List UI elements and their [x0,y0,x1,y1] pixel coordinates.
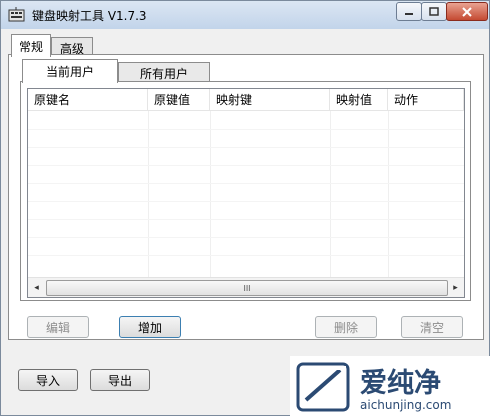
grid-line [28,165,464,166]
scroll-left-icon: ◂ [34,282,39,293]
delete-button-label: 删除 [333,320,358,335]
svg-text:aichunjing.com: aichunjing.com [360,398,451,412]
watermark-logo: 爱纯净 aichunjing.com [290,356,490,416]
column-header-label: 原键值 [154,93,191,107]
grip-icon: III [243,283,251,293]
scrollbar-thumb[interactable]: III [46,280,448,296]
app-window: 键盘映射工具 V1.7.3 常规 高级 当前用户 所有用户 原键名 原键值 映射… [0,0,490,416]
grid-line [28,255,464,256]
grid-line [28,237,464,238]
keyboard-icon [8,7,25,22]
window-title: 键盘映射工具 V1.7.3 [32,9,147,23]
edit-button[interactable]: 编辑 [27,316,89,338]
grid-line [330,111,331,277]
horizontal-scrollbar[interactable]: ◂ III ▸ [28,277,464,297]
tab-all-users-label: 所有用户 [139,67,188,81]
minimize-icon [405,12,413,15]
column-header-label: 映射值 [336,93,373,107]
export-button-label: 导出 [107,373,132,388]
column-header-label: 映射键 [216,93,253,107]
maximize-button[interactable] [421,2,447,21]
clear-button-label: 清空 [419,320,444,335]
export-button[interactable]: 导出 [90,369,150,391]
maximize-icon [429,7,439,16]
grid-line [148,111,149,277]
column-header-source-key[interactable]: 原键名 [28,89,148,111]
tab-current-user[interactable]: 当前用户 [22,59,118,83]
grid-line [210,111,211,277]
import-button[interactable]: 导入 [18,369,78,391]
minimize-button[interactable] [396,2,422,21]
column-header-label: 原键名 [34,93,71,107]
mapping-list[interactable]: 原键名 原键值 映射键 映射值 动作 ◂ III ▸ [27,88,465,298]
scroll-left-button[interactable]: ◂ [28,278,45,297]
add-button[interactable]: 增加 [119,316,181,338]
delete-button[interactable]: 删除 [315,316,377,338]
add-button-label: 增加 [137,320,162,335]
title-bar[interactable]: 键盘映射工具 V1.7.3 [1,1,489,29]
close-icon [462,6,472,17]
grid-line [28,183,464,184]
column-header-mapped-key[interactable]: 映射键 [210,89,330,111]
column-header-mapped-value[interactable]: 映射值 [330,89,388,111]
import-button-label: 导入 [35,373,60,388]
tab-general[interactable]: 常规 [11,34,51,57]
column-header-action[interactable]: 动作 [388,89,464,111]
grid-line [28,201,464,202]
clear-button[interactable]: 清空 [401,316,463,338]
scroll-right-icon: ▸ [453,282,458,293]
column-header-source-value[interactable]: 原键值 [148,89,210,111]
grid-line [388,111,389,277]
tab-general-label: 常规 [18,39,43,54]
edit-button-label: 编辑 [45,320,70,335]
grid-line [28,219,464,220]
scroll-right-button[interactable]: ▸ [447,278,464,297]
svg-text:爱纯净: 爱纯净 [360,367,441,399]
close-button[interactable] [446,2,488,21]
tab-current-user-label: 当前用户 [45,65,94,79]
grid-line [28,147,464,148]
grid-line [28,129,464,130]
column-header-label: 动作 [394,93,419,107]
